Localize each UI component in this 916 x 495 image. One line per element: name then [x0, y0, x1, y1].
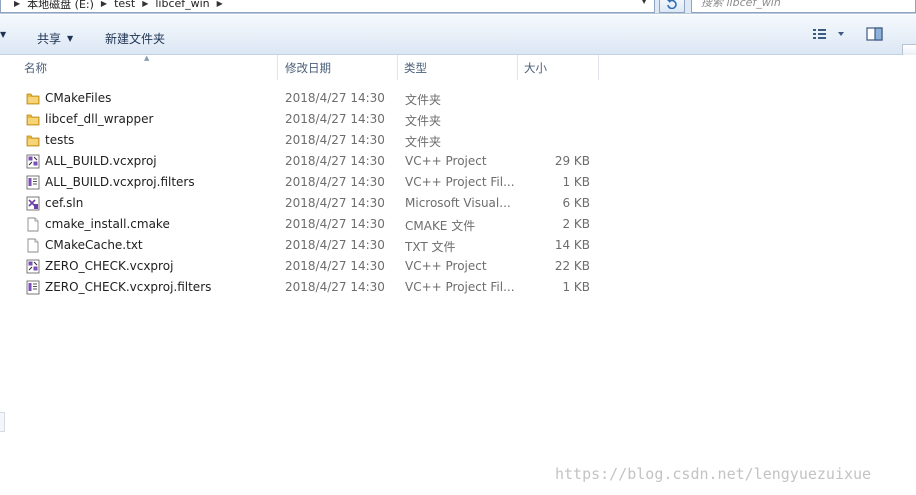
column-header: 名称 修改日期 类型 大小 [0, 55, 916, 80]
file-size: 1 KB [562, 280, 590, 294]
file-row[interactable]: CMakeFiles 2018/4/27 14:30 文件夹 [20, 88, 600, 109]
file-date: 2018/4/27 14:30 [285, 175, 385, 189]
file-type: VC++ Project [405, 259, 487, 273]
file-type: 文件夹 [405, 93, 442, 107]
chevron-right-icon[interactable]: ▶ [217, 0, 223, 8]
file-date: 2018/4/27 14:30 [285, 196, 385, 210]
search-input[interactable]: 搜索 libcef_win [691, 0, 916, 13]
sort-ascending-icon: ▲ [144, 54, 150, 62]
file-size: 22 KB [554, 259, 590, 273]
file-row[interactable]: cef.sln 2018/4/27 14:30 Microsoft Visual..… [20, 193, 600, 214]
file-name: ZERO_CHECK.vcxproj [45, 259, 174, 273]
file-name: CMakeCache.txt [45, 238, 143, 252]
file-name: cef.sln [45, 196, 84, 210]
column-type[interactable]: 类型 [400, 55, 518, 80]
file-type: Microsoft Visual... [405, 196, 511, 210]
folder-icon [26, 112, 40, 127]
command-bar: ▼ 共享 ▼ 新建文件夹 [0, 15, 916, 64]
document-icon [26, 238, 40, 253]
breadcrumb[interactable]: ▶ 本地磁盘 (E:) ▶ test ▶ libcef_win ▶ [0, 0, 655, 13]
folder-icon [26, 133, 40, 148]
file-row[interactable]: ZERO_CHECK.vcxproj.filters 2018/4/27 14:3… [20, 277, 600, 298]
sln-icon [26, 196, 40, 211]
file-type: 文件夹 [405, 135, 442, 149]
file-row[interactable]: ALL_BUILD.vcxproj 2018/4/27 14:30 VC++ Pro… [20, 151, 600, 172]
file-name: tests [45, 133, 75, 147]
new-folder-button[interactable]: 新建文件夹 [105, 30, 165, 47]
file-name: ZERO_CHECK.vcxproj.filters [45, 280, 212, 294]
chevron-down-icon: ▼ [67, 34, 74, 43]
file-row[interactable]: ZERO_CHECK.vcxproj 2018/4/27 14:30 VC++ Pr… [20, 256, 600, 277]
document-icon [26, 217, 40, 232]
file-row[interactable]: libcef_dll_wrapper 2018/4/27 14:30 文件夹 [20, 109, 600, 130]
file-row[interactable]: cmake_install.cmake 2018/4/27 14:30 CMAKE … [20, 214, 600, 235]
file-type: 文件夹 [405, 114, 442, 128]
folder-icon [26, 91, 40, 106]
refresh-button[interactable] [659, 0, 685, 13]
preview-pane-button[interactable] [866, 27, 884, 45]
chevron-right-icon[interactable]: ▶ [14, 0, 20, 8]
chevron-down-icon[interactable]: ▼ [0, 30, 6, 39]
file-date: 2018/4/27 14:30 [285, 259, 385, 273]
filters-icon [26, 175, 40, 190]
file-row[interactable]: CMakeCache.txt 2018/4/27 14:30 TXT 文件 14 KB [20, 235, 600, 256]
file-type: CMAKE 文件 [405, 219, 476, 233]
share-label: 共享 [37, 32, 62, 46]
file-size: 1 KB [562, 175, 590, 189]
file-row[interactable]: ALL_BUILD.vcxproj.filters 2018/4/27 14:30… [20, 172, 600, 193]
file-date: 2018/4/27 14:30 [285, 91, 385, 105]
address-bar: ▶ 本地磁盘 (E:) ▶ test ▶ libcef_win ▶ ▼ 搜索 l… [0, 0, 916, 14]
file-type: VC++ Project [405, 154, 487, 168]
file-row[interactable]: tests 2018/4/27 14:30 文件夹 [20, 130, 600, 151]
share-button[interactable]: 共享 ▼ [37, 30, 73, 47]
breadcrumb-libcef-win[interactable]: libcef_win [155, 0, 209, 10]
chevron-right-icon[interactable]: ▶ [142, 0, 148, 8]
file-name: libcef_dll_wrapper [45, 112, 154, 126]
details-view-icon [813, 29, 844, 39]
chevron-down-icon[interactable]: ▼ [641, 0, 647, 5]
file-type: VC++ Project Fil... [405, 280, 515, 294]
vcxproj-icon [26, 259, 40, 274]
file-date: 2018/4/27 14:30 [285, 154, 385, 168]
file-date: 2018/4/27 14:30 [285, 217, 385, 231]
chevron-right-icon[interactable]: ▶ [101, 0, 107, 8]
breadcrumb-test[interactable]: test [114, 0, 135, 10]
vcxproj-icon [26, 154, 40, 169]
preview-pane-icon [866, 27, 883, 41]
filters-icon [26, 280, 40, 295]
file-size: 2 KB [562, 217, 590, 231]
file-name: ALL_BUILD.vcxproj [45, 154, 157, 168]
file-date: 2018/4/27 14:30 [285, 280, 385, 294]
column-size[interactable]: 大小 [520, 55, 599, 80]
file-size: 29 KB [554, 154, 590, 168]
file-date: 2018/4/27 14:30 [285, 238, 385, 252]
watermark: https://blog.csdn.net/lengyuezuixue [555, 465, 872, 483]
column-date[interactable]: 修改日期 [281, 55, 398, 80]
file-type: TXT 文件 [405, 240, 456, 254]
file-date: 2018/4/27 14:30 [285, 112, 385, 126]
view-options-button[interactable] [812, 27, 848, 44]
file-size: 14 KB [554, 238, 590, 252]
file-name: cmake_install.cmake [45, 217, 170, 231]
breadcrumb-drive[interactable]: 本地磁盘 (E:) [27, 0, 94, 12]
splitter-handle[interactable] [0, 412, 5, 432]
file-name: CMakeFiles [45, 91, 112, 105]
refresh-icon [667, 0, 677, 9]
file-date: 2018/4/27 14:30 [285, 133, 385, 147]
new-folder-label: 新建文件夹 [105, 32, 166, 46]
file-name: ALL_BUILD.vcxproj.filters [45, 175, 195, 189]
file-type: VC++ Project Fil... [405, 175, 515, 189]
file-size: 6 KB [562, 196, 590, 210]
